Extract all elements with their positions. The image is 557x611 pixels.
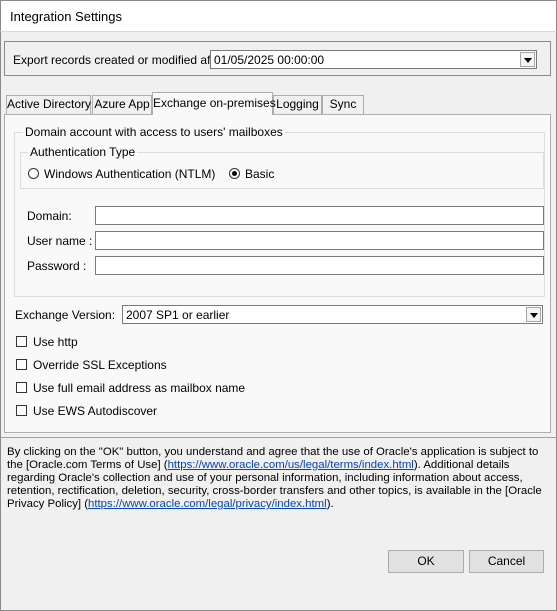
tab-logging[interactable]: Logging — [273, 95, 322, 114]
password-input[interactable] — [95, 256, 544, 275]
tab-label: Sync — [329, 97, 357, 111]
ews-autodiscover-checkbox[interactable] — [16, 405, 27, 416]
dropdown-arrow-icon[interactable] — [526, 307, 541, 322]
exchange-version-label: Exchange Version: — [15, 308, 116, 322]
use-http-checkbox[interactable] — [16, 336, 27, 347]
tab-azure-app[interactable]: Azure App — [92, 95, 152, 114]
use-http-label[interactable]: Use http — [33, 335, 78, 349]
disclaimer-part: ). — [326, 498, 334, 510]
override-ssl-checkbox[interactable] — [16, 359, 27, 370]
separator — [0, 437, 557, 438]
tab-sync[interactable]: Sync — [322, 95, 364, 114]
tab-label: Exchange on-premises — [153, 96, 276, 110]
exchange-version-combo[interactable]: 2007 SP1 or earlier — [122, 305, 543, 324]
disclaimer-text: By clicking on the "OK" button, you unde… — [7, 446, 547, 511]
exchange-tab-panel: Domain account with access to users' mai… — [4, 114, 551, 433]
tab-label: Logging — [276, 97, 319, 111]
auth-basic-label[interactable]: Basic — [245, 167, 274, 181]
domain-input[interactable] — [95, 206, 544, 225]
domain-label: Domain: — [27, 209, 72, 223]
domain-account-group-label: Domain account with access to users' mai… — [23, 125, 285, 139]
username-input[interactable] — [95, 231, 544, 250]
export-date-combo[interactable]: 01/05/2025 00:00:00 — [210, 50, 537, 69]
export-date-value: 01/05/2025 00:00:00 — [214, 53, 325, 67]
ews-autodiscover-label[interactable]: Use EWS Autodiscover — [33, 404, 157, 418]
tab-exchange-on-premises[interactable]: Exchange on-premises — [152, 92, 276, 115]
full-email-label[interactable]: Use full email address as mailbox name — [33, 381, 245, 395]
terms-of-use-link[interactable]: https://www.oracle.com/us/legal/terms/in… — [168, 459, 414, 471]
privacy-policy-link[interactable]: https://www.oracle.com/legal/privacy/ind… — [88, 498, 327, 510]
cancel-button[interactable]: Cancel — [469, 550, 544, 573]
ok-button[interactable]: OK — [388, 550, 464, 573]
dropdown-arrow-icon[interactable] — [520, 52, 535, 67]
auth-ntlm-label[interactable]: Windows Authentication (NTLM) — [44, 167, 215, 181]
title-bar: Integration Settings — [0, 0, 557, 32]
window-title: Integration Settings — [10, 9, 123, 24]
export-label: Export records created or modified after — [13, 53, 225, 67]
auth-type-group-label: Authentication Type — [28, 145, 138, 159]
exchange-version-value: 2007 SP1 or earlier — [126, 308, 230, 322]
tab-active-directory[interactable]: Active Directory — [6, 95, 91, 114]
auth-basic-radio[interactable] — [229, 168, 240, 179]
tab-label: Active Directory — [7, 97, 92, 111]
auth-ntlm-radio[interactable] — [28, 168, 39, 179]
password-label: Password : — [27, 259, 87, 273]
full-email-checkbox[interactable] — [16, 382, 27, 393]
username-label: User name : — [27, 234, 93, 248]
tab-label: Azure App — [94, 97, 150, 111]
override-ssl-label[interactable]: Override SSL Exceptions — [33, 358, 167, 372]
